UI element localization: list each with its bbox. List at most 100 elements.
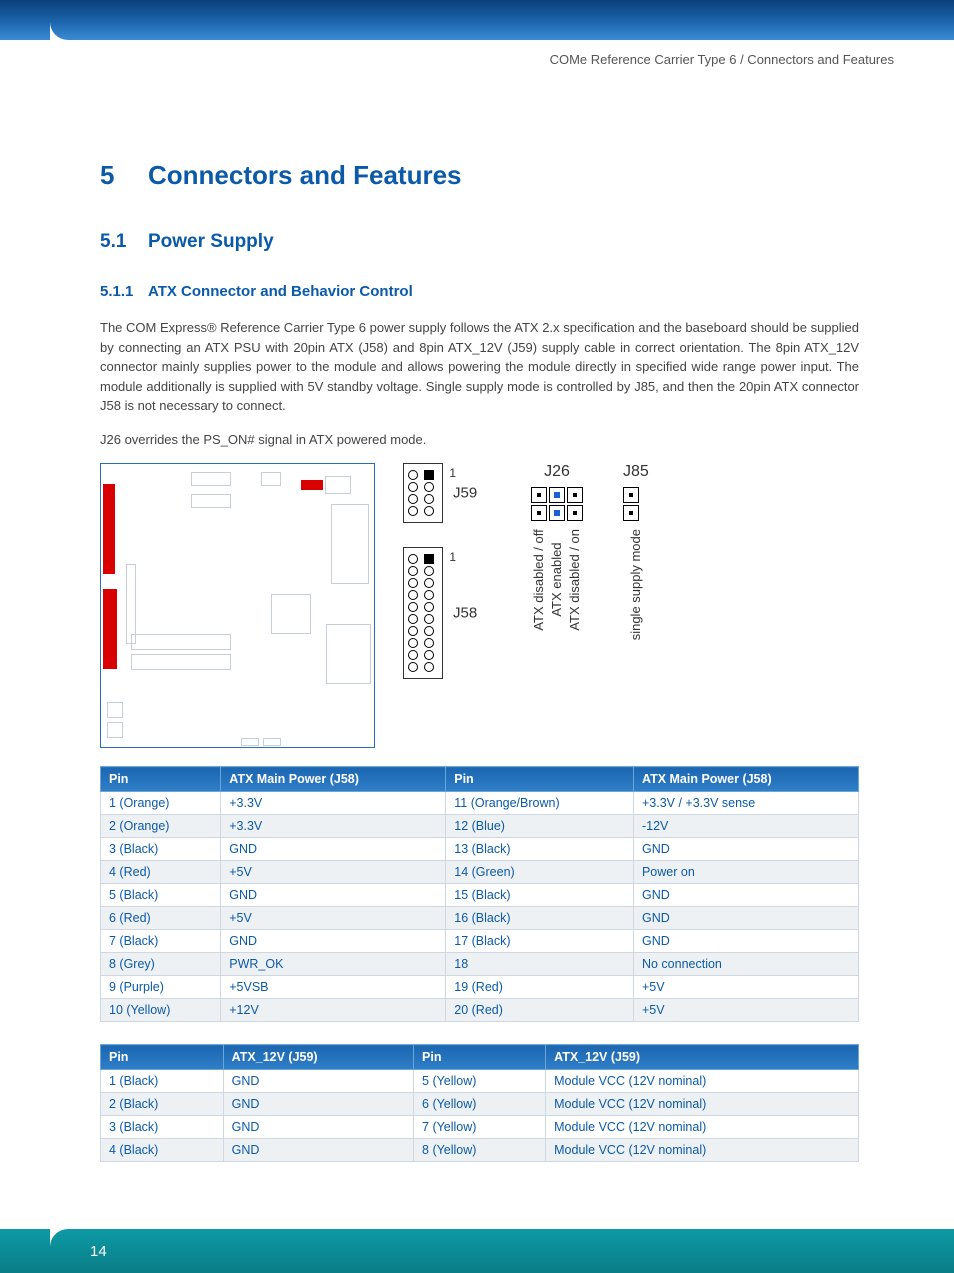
j26-block: J26 ATX disabled / off ATX enabled ATX d… xyxy=(531,463,583,631)
table-row: 10 (Yellow)+12V20 (Red)+5V xyxy=(101,999,859,1022)
t2-h1: ATX_12V (J59) xyxy=(223,1045,413,1070)
table-cell: 8 (Grey) xyxy=(101,953,221,976)
section-title: Power Supply xyxy=(148,231,274,252)
connector-column: 1 J59 1 xyxy=(403,463,443,679)
header-bar xyxy=(50,0,954,40)
table-cell: 9 (Purple) xyxy=(101,976,221,999)
table-cell: GND xyxy=(223,1139,413,1162)
table-row: 7 (Black)GND17 (Black)GND xyxy=(101,930,859,953)
table-cell: 5 (Black) xyxy=(101,884,221,907)
table-cell: 6 (Red) xyxy=(101,907,221,930)
table-cell: 4 (Black) xyxy=(101,1139,224,1162)
page-content: 5Connectors and Features 5.1Power Supply… xyxy=(0,40,954,1162)
table-row: 3 (Black)GND7 (Yellow)Module VCC (12V no… xyxy=(101,1116,859,1139)
atx-main-power-table: Pin ATX Main Power (J58) Pin ATX Main Po… xyxy=(100,766,859,1022)
subsection-number: 5.1.1 xyxy=(100,283,148,300)
table-cell: 1 (Black) xyxy=(101,1070,224,1093)
table-cell: +3.3V xyxy=(221,815,446,838)
table-row: 2 (Black)GND6 (Yellow)Module VCC (12V no… xyxy=(101,1093,859,1116)
table-cell: Module VCC (12V nominal) xyxy=(546,1139,859,1162)
table-cell: 20 (Red) xyxy=(446,999,634,1022)
table-cell: GND xyxy=(633,884,858,907)
j26-opt-1: ATX enabled xyxy=(550,529,564,631)
table-cell: +3.3V / +3.3V sense xyxy=(633,792,858,815)
table-cell: 2 (Black) xyxy=(101,1093,224,1116)
table-cell: +5VSB xyxy=(221,976,446,999)
table-cell: GND xyxy=(221,838,446,861)
j59-label: J59 xyxy=(453,485,477,502)
body-paragraph-1: The COM Express® Reference Carrier Type … xyxy=(100,318,859,416)
table-cell: No connection xyxy=(633,953,858,976)
t1-h0: Pin xyxy=(101,767,221,792)
table-cell: 17 (Black) xyxy=(446,930,634,953)
table-cell: +5V xyxy=(633,999,858,1022)
table-cell: GND xyxy=(633,907,858,930)
chapter-heading: 5Connectors and Features xyxy=(100,160,859,191)
j59-connector: 1 xyxy=(403,463,443,523)
table-cell: GND xyxy=(223,1070,413,1093)
section-number: 5.1 xyxy=(100,231,148,253)
chapter-title: Connectors and Features xyxy=(148,160,462,190)
table-cell: GND xyxy=(221,884,446,907)
table-cell: 14 (Green) xyxy=(446,861,634,884)
pin1-mark-b: 1 xyxy=(449,550,456,564)
breadcrumb: COMe Reference Carrier Type 6 / Connecto… xyxy=(550,52,894,67)
j26-opt-0: ATX disabled / off xyxy=(532,529,546,631)
table-cell: GND xyxy=(633,838,858,861)
j85-opt: single supply mode xyxy=(629,529,643,640)
table-cell: 8 (Yellow) xyxy=(414,1139,546,1162)
pin1-mark: 1 xyxy=(449,466,456,480)
t2-h0: Pin xyxy=(101,1045,224,1070)
table-row: 4 (Red)+5V14 (Green)Power on xyxy=(101,861,859,884)
t1-h2: Pin xyxy=(446,767,634,792)
j26-opt-2: ATX disabled / on xyxy=(568,529,582,631)
table-cell: Module VCC (12V nominal) xyxy=(546,1116,859,1139)
table-cell: 18 xyxy=(446,953,634,976)
table-cell: 10 (Yellow) xyxy=(101,999,221,1022)
t1-h1: ATX Main Power (J58) xyxy=(221,767,446,792)
table-cell: +5V xyxy=(221,861,446,884)
table-cell: 1 (Orange) xyxy=(101,792,221,815)
j85-label: J85 xyxy=(623,463,649,481)
table-cell: GND xyxy=(223,1116,413,1139)
table-row: 5 (Black)GND15 (Black)GND xyxy=(101,884,859,907)
table-cell: GND xyxy=(221,930,446,953)
table-cell: 6 (Yellow) xyxy=(414,1093,546,1116)
table-cell: PWR_OK xyxy=(221,953,446,976)
section-heading: 5.1Power Supply xyxy=(100,231,859,253)
table-cell: 3 (Black) xyxy=(101,838,221,861)
table-cell: 5 (Yellow) xyxy=(414,1070,546,1093)
j26-label: J26 xyxy=(531,463,583,481)
table-cell: GND xyxy=(223,1093,413,1116)
table-cell: 13 (Black) xyxy=(446,838,634,861)
table-cell: 2 (Orange) xyxy=(101,815,221,838)
table-cell: 3 (Black) xyxy=(101,1116,224,1139)
pcb-diagram xyxy=(100,463,375,748)
table-cell: +5V xyxy=(221,907,446,930)
table-cell: 12 (Blue) xyxy=(446,815,634,838)
j58-connector: 1 xyxy=(403,547,443,679)
table-row: 1 (Orange)+3.3V11 (Orange/Brown)+3.3V / … xyxy=(101,792,859,815)
table-cell: 16 (Black) xyxy=(446,907,634,930)
table-row: 4 (Black)GND8 (Yellow)Module VCC (12V no… xyxy=(101,1139,859,1162)
j85-block: J85 single supply mode xyxy=(623,463,649,640)
table-cell: 19 (Red) xyxy=(446,976,634,999)
table-row: 9 (Purple)+5VSB19 (Red)+5V xyxy=(101,976,859,999)
subsection-title: ATX Connector and Behavior Control xyxy=(148,283,413,300)
t2-h2: Pin xyxy=(414,1045,546,1070)
atx-12v-table: Pin ATX_12V (J59) Pin ATX_12V (J59) 1 (B… xyxy=(100,1044,859,1162)
figure-row: 1 J59 1 xyxy=(100,463,859,748)
table-row: 8 (Grey)PWR_OK18No connection xyxy=(101,953,859,976)
jumper-column: J26 ATX disabled / off ATX enabled ATX d… xyxy=(531,463,649,640)
page-number: 14 xyxy=(90,1243,107,1260)
table-row: 6 (Red)+5V16 (Black)GND xyxy=(101,907,859,930)
table-cell: +12V xyxy=(221,999,446,1022)
table-cell: -12V xyxy=(633,815,858,838)
body-paragraph-2: J26 overrides the PS_ON# signal in ATX p… xyxy=(100,430,859,450)
t2-h3: ATX_12V (J59) xyxy=(546,1045,859,1070)
table-cell: Power on xyxy=(633,861,858,884)
table-cell: +3.3V xyxy=(221,792,446,815)
table-cell: 7 (Yellow) xyxy=(414,1116,546,1139)
j58-label: J58 xyxy=(453,605,477,622)
table-cell: GND xyxy=(633,930,858,953)
